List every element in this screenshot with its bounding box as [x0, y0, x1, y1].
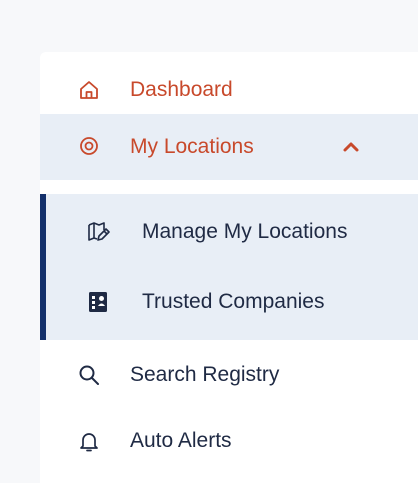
search-icon [78, 364, 100, 386]
sidebar-subitem-label: Trusted Companies [142, 290, 325, 313]
sidebar-item-label: Search Registry [130, 363, 280, 386]
sidebar-item-dashboard[interactable]: Dashboard [40, 66, 418, 114]
sidebar-subitem-manage-my-locations[interactable]: Manage My Locations [40, 198, 418, 268]
building-badge-icon [86, 290, 110, 314]
sidebar-nav: Dashboard My Locations Manage My Locatio… [40, 52, 418, 483]
home-icon [78, 79, 100, 101]
edit-map-icon [86, 220, 110, 244]
sidebar-item-label: Dashboard [130, 78, 233, 101]
sidebar-subitem-label: Manage My Locations [142, 220, 348, 243]
sidebar-item-label: My Locations [130, 135, 254, 158]
sidebar-subitem-trusted-companies[interactable]: Trusted Companies [40, 268, 418, 338]
sidebar-item-my-locations[interactable]: My Locations [40, 114, 418, 180]
my-locations-submenu: Manage My Locations Trusted Companies [40, 194, 418, 340]
chevron-up-icon[interactable] [342, 138, 360, 156]
location-pin-icon [78, 136, 100, 158]
sidebar-item-label: Auto Alerts [130, 429, 232, 452]
bell-icon [78, 430, 100, 452]
sidebar-item-auto-alerts[interactable]: Auto Alerts [40, 410, 418, 472]
sidebar-item-search-registry[interactable]: Search Registry [40, 344, 418, 406]
